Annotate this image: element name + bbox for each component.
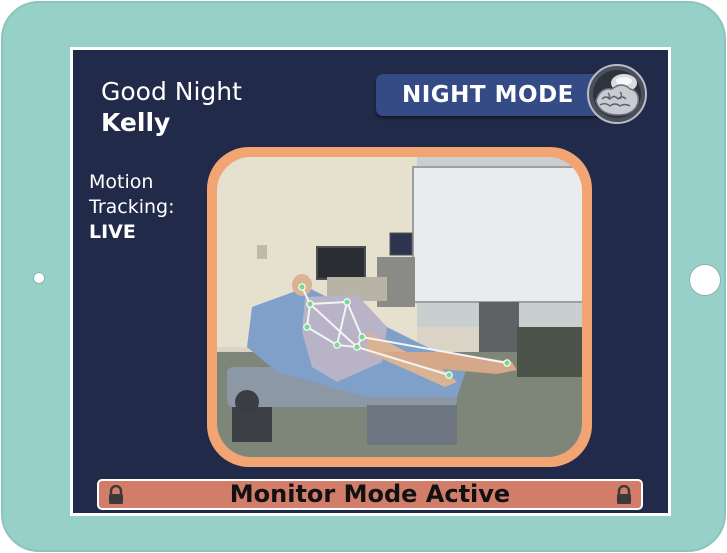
home-button[interactable]: [689, 264, 721, 296]
brain-icon[interactable]: [586, 63, 648, 125]
app-screen: Good Night Kelly NIGHT MODE Motion Track…: [70, 47, 671, 516]
monitor-left: [316, 246, 366, 280]
greeting-name: Kelly: [101, 108, 171, 137]
night-mode-label: NIGHT MODE: [402, 82, 574, 108]
motion-label-line2: Tracking:: [89, 196, 175, 218]
tablet-frame: Good Night Kelly NIGHT MODE Motion Track…: [1, 1, 726, 552]
wall-outlet: [257, 245, 267, 259]
monitor-mode-text: Monitor Mode Active: [229, 480, 511, 508]
lock-icon: [617, 485, 631, 504]
camera-feed-frame: [207, 147, 592, 467]
greeting-salutation: Good Night: [101, 77, 242, 106]
monitor-right: [389, 232, 413, 256]
greeting: Good Night Kelly: [101, 76, 242, 138]
front-camera: [33, 272, 45, 284]
motion-live-badge: LIVE: [89, 221, 136, 243]
camera-feed[interactable]: [217, 157, 582, 457]
motion-tracking-status: Motion Tracking: LIVE: [89, 170, 175, 245]
monitor-mode-status-bar: Monitor Mode Active: [97, 479, 643, 510]
motion-label-line1: Motion: [89, 171, 154, 193]
whiteboard: [412, 166, 582, 303]
